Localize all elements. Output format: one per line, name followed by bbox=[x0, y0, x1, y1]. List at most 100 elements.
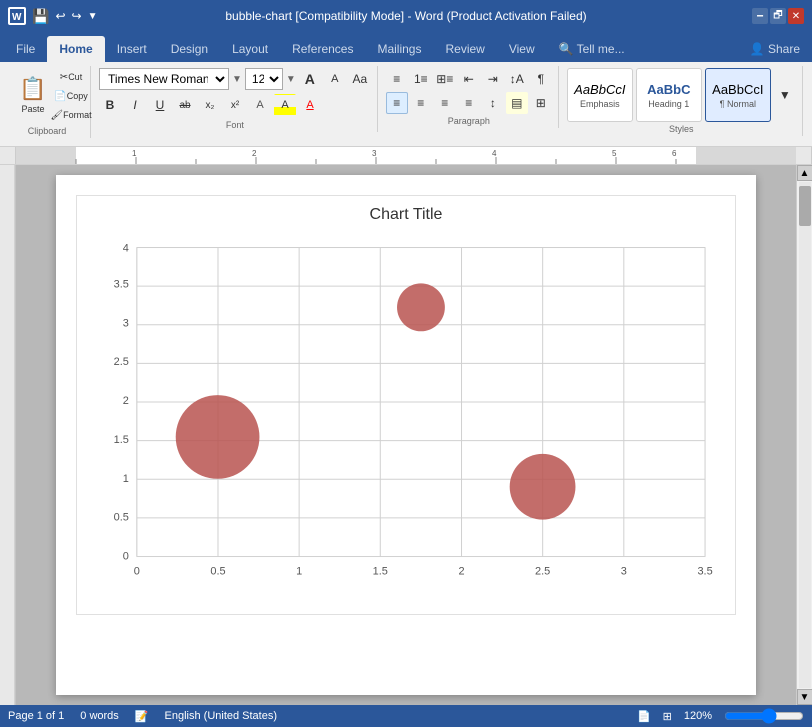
clipboard-label: Clipboard bbox=[28, 126, 67, 138]
tab-tell-me[interactable]: 🔍 Tell me... bbox=[547, 36, 637, 62]
scroll-thumb[interactable] bbox=[799, 186, 811, 226]
shading-button[interactable]: ▤ bbox=[506, 92, 528, 114]
paragraph-group: ≡ 1≡ ⊞≡ ⇤ ⇥ ↕A ¶ ≡ ≡ ≡ ≡ ↕ ▤ ⊞ Paragraph bbox=[380, 66, 559, 128]
tab-review[interactable]: Review bbox=[433, 36, 496, 62]
clear-format-button[interactable]: Aa bbox=[349, 68, 371, 90]
grow-font-button[interactable]: A bbox=[299, 68, 321, 90]
document-scroll[interactable]: Chart Title bbox=[16, 165, 796, 705]
font-family-dropdown-icon: ▼ bbox=[232, 74, 242, 85]
chart-container[interactable]: Chart Title bbox=[76, 195, 736, 615]
chart-area: 0 0.5 1 1.5 2 2.5 3 3.5 4 0 0.5 1 1.5 bbox=[87, 232, 725, 602]
svg-text:3: 3 bbox=[621, 566, 627, 578]
document-area: Chart Title bbox=[0, 165, 812, 705]
svg-text:1: 1 bbox=[296, 566, 302, 578]
redo-icon[interactable]: ↪ bbox=[72, 9, 82, 23]
shrink-font-button[interactable]: A bbox=[324, 68, 346, 90]
svg-text:0.5: 0.5 bbox=[114, 512, 129, 524]
tab-mailings[interactable]: Mailings bbox=[365, 36, 433, 62]
font-group: Times New Roman Arial Calibri ▼ 12 10 14… bbox=[93, 66, 378, 132]
cut-button[interactable]: ✂ Cut bbox=[58, 68, 84, 86]
sort-button[interactable]: ↕A bbox=[506, 68, 528, 90]
svg-text:4: 4 bbox=[492, 149, 497, 158]
zoom-level: 120% bbox=[684, 710, 712, 722]
svg-text:3.5: 3.5 bbox=[114, 278, 129, 290]
right-scrollbar[interactable]: ▲ ▼ bbox=[796, 165, 812, 705]
share-button[interactable]: 👤 Share bbox=[738, 36, 812, 62]
svg-text:3.5: 3.5 bbox=[697, 566, 712, 578]
left-sidebar bbox=[0, 165, 16, 705]
svg-text:3: 3 bbox=[123, 317, 129, 329]
multilevel-button[interactable]: ⊞≡ bbox=[434, 68, 456, 90]
minimize-button[interactable]: 🗕 bbox=[752, 8, 768, 24]
svg-text:1.5: 1.5 bbox=[373, 566, 388, 578]
view-options[interactable]: ⊞ bbox=[663, 710, 672, 723]
scroll-down-button[interactable]: ▼ bbox=[797, 689, 812, 705]
word-count: 0 words bbox=[80, 710, 119, 722]
quick-access-dropdown[interactable]: ▼ bbox=[88, 11, 98, 22]
tab-home[interactable]: Home bbox=[47, 36, 104, 62]
svg-text:6: 6 bbox=[672, 149, 677, 158]
increase-indent-button[interactable]: ⇥ bbox=[482, 68, 504, 90]
font-size-dropdown-icon: ▼ bbox=[286, 74, 296, 85]
italic-button[interactable]: I bbox=[124, 94, 146, 116]
highlight-button[interactable]: A bbox=[274, 94, 296, 116]
style-emphasis[interactable]: AaBbCcI Emphasis bbox=[567, 68, 633, 122]
paste-button[interactable]: 📋 Paste bbox=[10, 68, 56, 122]
borders-button[interactable]: ⊞ bbox=[530, 92, 552, 114]
ribbon: 📋 Paste ✂ Cut 📄 Copy 🖌 Format Clipboard … bbox=[0, 62, 812, 147]
page-info: Page 1 of 1 bbox=[8, 710, 64, 722]
numbering-button[interactable]: 1≡ bbox=[410, 68, 432, 90]
svg-text:0: 0 bbox=[123, 551, 129, 563]
ruler: 1 2 3 4 5 6 bbox=[0, 147, 812, 165]
font-size-select[interactable]: 12 10 14 bbox=[245, 68, 283, 90]
decrease-indent-button[interactable]: ⇤ bbox=[458, 68, 480, 90]
tab-design[interactable]: Design bbox=[159, 36, 220, 62]
svg-text:4: 4 bbox=[123, 243, 129, 255]
bullets-button[interactable]: ≡ bbox=[386, 68, 408, 90]
svg-text:1: 1 bbox=[123, 473, 129, 485]
style-heading1[interactable]: AaBbC Heading 1 bbox=[636, 68, 702, 122]
app-icon: W bbox=[8, 7, 26, 25]
show-formatting-button[interactable]: ¶ bbox=[530, 68, 552, 90]
zoom-slider[interactable] bbox=[724, 708, 804, 724]
line-spacing-button[interactable]: ↕ bbox=[482, 92, 504, 114]
save-icon[interactable]: 💾 bbox=[32, 8, 49, 25]
svg-text:2: 2 bbox=[123, 395, 129, 407]
restore-button[interactable]: 🗗 bbox=[770, 8, 786, 24]
proofing-icon[interactable]: 📝 bbox=[135, 710, 149, 723]
track-changes-icon[interactable]: 📄 bbox=[637, 710, 651, 723]
styles-more-button[interactable]: ▼ bbox=[774, 84, 796, 106]
undo-icon[interactable]: ↩ bbox=[55, 9, 65, 23]
svg-text:1: 1 bbox=[132, 149, 137, 158]
tab-view[interactable]: View bbox=[497, 36, 547, 62]
align-right-button[interactable]: ≡ bbox=[434, 92, 456, 114]
copy-button[interactable]: 📄 Copy bbox=[58, 87, 84, 105]
tab-references[interactable]: References bbox=[280, 36, 365, 62]
close-button[interactable]: ✕ bbox=[788, 8, 804, 24]
style-normal[interactable]: AaBbCcI ¶ Normal bbox=[705, 68, 771, 122]
language[interactable]: English (United States) bbox=[165, 710, 278, 722]
paragraph-group-label: Paragraph bbox=[448, 116, 490, 128]
svg-text:2.5: 2.5 bbox=[114, 356, 129, 368]
strikethrough-button[interactable]: ab bbox=[174, 94, 196, 116]
scroll-up-button[interactable]: ▲ bbox=[797, 165, 812, 181]
svg-text:0: 0 bbox=[134, 566, 140, 578]
window-title: bubble-chart [Compatibility Mode] - Word… bbox=[225, 9, 586, 23]
tab-insert[interactable]: Insert bbox=[105, 36, 159, 62]
align-left-button[interactable]: ≡ bbox=[386, 92, 408, 114]
justify-button[interactable]: ≡ bbox=[458, 92, 480, 114]
ruler-right bbox=[796, 147, 812, 164]
align-center-button[interactable]: ≡ bbox=[410, 92, 432, 114]
styles-group: AaBbCcI Emphasis AaBbC Heading 1 AaBbCcI… bbox=[561, 66, 803, 136]
tab-file[interactable]: File bbox=[4, 36, 47, 62]
tab-layout[interactable]: Layout bbox=[220, 36, 280, 62]
font-color-button[interactable]: A bbox=[299, 94, 321, 116]
bold-button[interactable]: B bbox=[99, 94, 121, 116]
text-effects-button[interactable]: A bbox=[249, 94, 271, 116]
document-page: Chart Title bbox=[56, 175, 756, 695]
underline-button[interactable]: U bbox=[149, 94, 171, 116]
format-painter-button[interactable]: 🖌 Format bbox=[58, 106, 84, 124]
subscript-button[interactable]: x₂ bbox=[199, 94, 221, 116]
font-family-select[interactable]: Times New Roman Arial Calibri bbox=[99, 68, 229, 90]
superscript-button[interactable]: x² bbox=[224, 94, 246, 116]
